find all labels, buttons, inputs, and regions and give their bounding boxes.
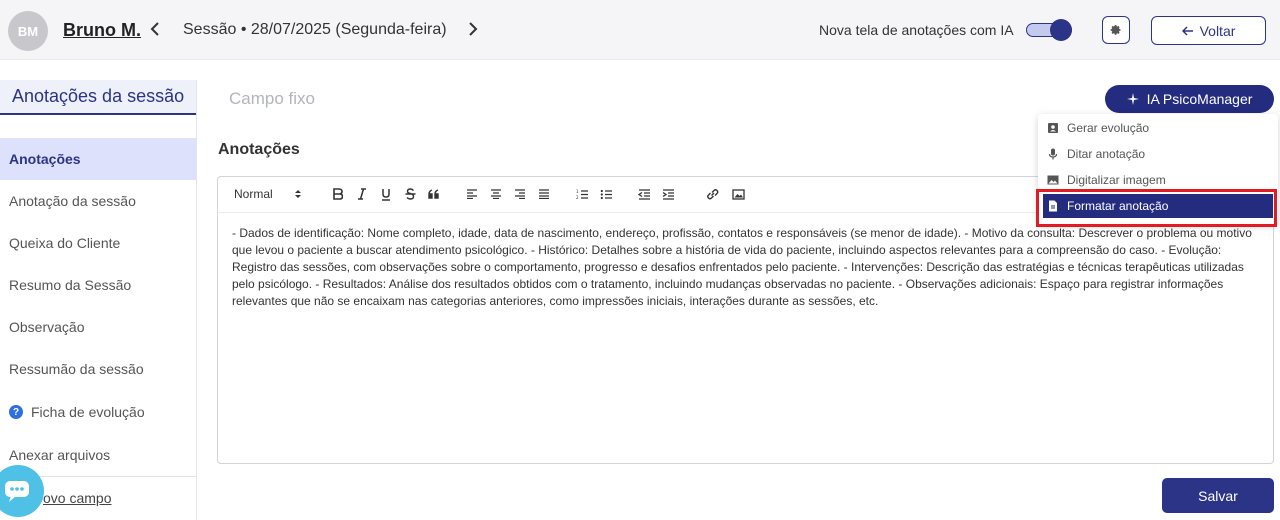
sidebar-item-ressumao-da-sessao[interactable]: Ressumão da sessão [0, 348, 196, 390]
align-center-icon[interactable] [488, 185, 504, 203]
sidebar-item-observacao[interactable]: Observação [0, 306, 196, 348]
sidebar-item-queixa-do-cliente[interactable]: Queixa do Cliente [0, 222, 196, 264]
ai-toggle-label: Nova tela de anotações com IA [819, 22, 1014, 38]
align-justify-icon[interactable] [536, 185, 552, 203]
next-session-icon[interactable] [464, 19, 482, 39]
menu-item-label: Gerar evolução [1067, 121, 1150, 135]
italic-icon[interactable] [354, 185, 370, 203]
image-insert-icon[interactable] [730, 185, 746, 203]
help-circle-icon: ? [9, 405, 23, 419]
notes-heading: Anotações [218, 141, 300, 158]
menu-item-ditar-anotacao[interactable]: Ditar anotação [1043, 142, 1273, 166]
top-bar: BM Bruno M. Sessão • 28/07/2025 (Segunda… [0, 0, 1280, 60]
patient-name-link[interactable]: Bruno M. [63, 20, 141, 41]
indent-icon[interactable] [660, 185, 676, 203]
tab-campo-fixo[interactable]: Campo fixo [229, 89, 315, 109]
contact-card-icon [1048, 123, 1058, 133]
sidebar: Anotações da sessão Anotações Anotação d… [0, 80, 197, 520]
sidebar-item-anotacoes[interactable]: Anotações [0, 138, 196, 180]
ordered-list-icon[interactable]: 12 [574, 185, 590, 203]
ia-menu: Gerar evolução Ditar anotação Digitaliza… [1038, 114, 1278, 224]
sidebar-item-label: Ressumão da sessão [9, 361, 144, 377]
link-icon[interactable] [704, 185, 720, 203]
sidebar-item-label: Anotações [9, 151, 81, 167]
blockquote-icon[interactable] [426, 185, 442, 203]
strikethrough-icon[interactable] [402, 185, 418, 203]
session-date: Sessão • 28/07/2025 (Segunda-feira) [183, 21, 447, 38]
menu-item-label: Digitalizar imagem [1067, 173, 1166, 187]
gear-icon [1110, 25, 1121, 35]
editor-text[interactable]: - Dados de identificação: Nome completo,… [232, 225, 1262, 310]
align-right-icon[interactable] [512, 185, 528, 203]
sidebar-item-label: Anotação da sessão [9, 193, 136, 209]
align-left-icon[interactable] [464, 185, 480, 203]
menu-item-label: Ditar anotação [1067, 147, 1146, 161]
document-icon [1049, 200, 1057, 212]
sidebar-item-anotacao-da-sessao[interactable]: Anotação da sessão [0, 180, 196, 222]
microphone-icon [1048, 148, 1058, 160]
sidebar-item-label: Anexar arquivos [9, 447, 111, 463]
sidebar-item-label: Resumo da Sessão [9, 277, 132, 293]
image-icon [1047, 175, 1059, 185]
back-button-label: Voltar [1199, 22, 1236, 39]
sidebar-item-label: Observação [9, 319, 85, 335]
svg-text:2: 2 [576, 195, 579, 200]
chat-bubble-icon [5, 481, 29, 502]
sidebar-title: Anotações da sessão [0, 80, 196, 115]
bold-icon[interactable] [330, 185, 346, 203]
ia-psicomanager-button[interactable]: IA PsicoManager [1105, 85, 1274, 113]
sidebar-item-label: Queixa do Cliente [9, 235, 121, 251]
sidebar-item-resumo-da-sessao[interactable]: Resumo da Sessão [0, 264, 196, 306]
menu-item-formatar-anotacao[interactable]: Formatar anotação [1043, 194, 1273, 218]
prev-session-icon[interactable] [146, 19, 164, 39]
format-select[interactable]: Normal [234, 185, 304, 203]
settings-button[interactable] [1102, 16, 1130, 44]
sidebar-item-ficha-de-evolucao[interactable]: ? Ficha de evolução [0, 391, 196, 433]
outdent-icon[interactable] [636, 185, 652, 203]
menu-item-digitalizar-imagem[interactable]: Digitalizar imagem [1043, 168, 1273, 192]
ia-button-label: IA PsicoManager [1146, 91, 1253, 107]
sparkle-icon [1126, 93, 1139, 105]
select-arrows-icon [294, 190, 301, 198]
underline-icon[interactable] [378, 185, 394, 203]
back-button[interactable]: Voltar [1151, 16, 1266, 45]
svg-text:1: 1 [576, 189, 579, 194]
bullet-list-icon[interactable] [598, 185, 614, 203]
ai-toggle-switch[interactable] [1026, 18, 1074, 42]
format-select-value: Normal [234, 187, 273, 201]
avatar: BM [8, 11, 48, 51]
menu-item-gerar-evolucao[interactable]: Gerar evolução [1043, 116, 1273, 140]
sidebar-item-label: Ficha de evolução [31, 404, 145, 420]
arrow-left-icon [1181, 25, 1193, 36]
menu-item-label: Formatar anotação [1067, 199, 1169, 213]
new-field-link[interactable]: ovo campo [43, 490, 111, 506]
save-button[interactable]: Salvar [1162, 478, 1274, 513]
